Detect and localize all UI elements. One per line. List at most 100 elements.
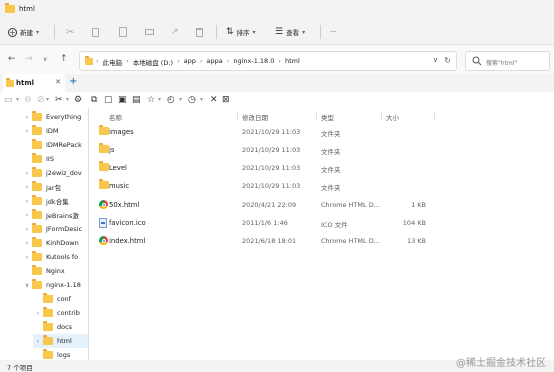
refresh-icon[interactable]: ↻ xyxy=(444,56,451,65)
forward-arrow-icon[interactable]: → xyxy=(25,54,33,64)
sidebar-item[interactable]: › contrib xyxy=(33,306,80,320)
scissors-icon[interactable]: ✂ xyxy=(55,94,63,106)
close-icon[interactable]: ✕ xyxy=(210,94,218,106)
view-button[interactable]: ☰ 查看 ▾ xyxy=(275,20,305,44)
sidebar-item[interactable]: Nginx xyxy=(22,264,65,278)
recent-icon[interactable]: ◷ xyxy=(188,94,196,106)
column-header-size[interactable]: 大小 xyxy=(386,112,399,122)
file-row[interactable]: js 2021/10/29 11:03 文件夹 xyxy=(89,142,434,160)
delete-button[interactable] xyxy=(196,20,203,44)
forward-circle-icon[interactable]: ⊘ xyxy=(37,94,45,106)
crumb-this-pc[interactable]: 此电脑 xyxy=(103,57,123,67)
sidebar-item-selected[interactable]: › html xyxy=(33,334,88,348)
file-row[interactable]: music 2021/10/29 11:03 文件夹 xyxy=(89,178,434,196)
sidebar-item[interactable]: › JeBrains激 xyxy=(22,208,79,222)
chevron-right-icon[interactable]: › xyxy=(22,184,32,191)
chevron-right-icon[interactable]: › xyxy=(22,254,32,261)
folder-icon xyxy=(32,181,42,191)
divider xyxy=(216,25,217,39)
address-bar[interactable]: › 此电脑 › 本地磁盘 (D:) › app › appa › nginx-1… xyxy=(79,51,457,71)
crumb-app[interactable]: app xyxy=(184,57,196,67)
sort-button[interactable]: ⇅ 排序 ▾ xyxy=(226,20,256,44)
sidebar-item[interactable]: IIS xyxy=(22,152,54,166)
chevron-right-icon[interactable]: › xyxy=(22,226,32,233)
folder-icon xyxy=(5,3,15,13)
sidebar-item[interactable]: conf xyxy=(33,292,71,306)
copy-icon xyxy=(92,27,99,37)
chevron-right-icon[interactable]: › xyxy=(33,338,43,345)
new-tab-icon[interactable]: + xyxy=(69,76,77,87)
layout-icon[interactable]: ▣ xyxy=(118,94,127,106)
file-row[interactable]: Level 2021/10/29 11:03 文件夹 xyxy=(89,160,434,178)
chevron-right-icon[interactable]: › xyxy=(22,240,32,247)
sidebar-item[interactable]: IDMRePack xyxy=(22,138,82,152)
chevron-down-icon[interactable]: ▾ xyxy=(179,94,182,106)
preview-icon[interactable]: ▤ xyxy=(132,94,141,106)
file-row[interactable]: favicon.ico 2011/1/6 1:46 ICO 文件 104 KB xyxy=(89,215,434,233)
sidebar-item[interactable]: ∨ nginx-1.18 xyxy=(22,278,81,292)
crumb-appa[interactable]: appa xyxy=(207,57,223,67)
file-row[interactable]: images 2021/10/29 11:03 文件夹 xyxy=(89,124,434,142)
sidebar-item[interactable]: › Everything xyxy=(22,110,81,124)
sidebar-item[interactable]: docs xyxy=(33,320,72,334)
more-button[interactable]: ··· xyxy=(330,20,336,44)
file-row[interactable]: 50x.html 2020/4/21 22:09 Chrome HTML D..… xyxy=(89,197,434,215)
chevron-right-icon[interactable]: › xyxy=(22,114,32,121)
cut-button[interactable]: ✂ xyxy=(66,20,74,44)
chevron-down-icon: ▾ xyxy=(302,28,306,36)
copy-window-icon[interactable]: ⧉ xyxy=(91,94,97,106)
sidebar-item[interactable]: › JFormDesic xyxy=(22,222,82,236)
chevron-right-icon[interactable]: › xyxy=(22,170,32,177)
rename-button[interactable] xyxy=(145,20,154,44)
column-header-name[interactable]: 名称 xyxy=(109,112,122,122)
star-icon[interactable]: ☆ xyxy=(147,94,155,106)
column-divider[interactable] xyxy=(237,111,238,121)
crumb-local-disk[interactable]: 本地磁盘 (D:) xyxy=(133,57,173,67)
crumb-html[interactable]: html xyxy=(285,57,300,67)
chevron-right-icon[interactable]: › xyxy=(22,128,32,135)
file-row[interactable]: index.html 2021/6/18 18:01 Chrome HTML D… xyxy=(89,233,434,251)
new-button[interactable]: + 新建 ▾ xyxy=(8,20,39,44)
close-box-icon[interactable]: ⊠ xyxy=(222,94,230,106)
share-button[interactable]: ↗ xyxy=(171,20,179,44)
history-icon[interactable]: ◴ xyxy=(167,94,175,106)
column-divider[interactable] xyxy=(381,111,382,121)
chevron-right-icon[interactable]: › xyxy=(33,310,43,317)
sidebar-item[interactable]: logs xyxy=(33,348,70,360)
sidebar-item[interactable]: › Jar包 xyxy=(22,180,61,194)
chevron-down-icon[interactable]: ∨ xyxy=(22,282,32,289)
column-divider[interactable] xyxy=(434,111,435,121)
close-icon[interactable]: ✕ xyxy=(55,78,61,86)
tab-html[interactable]: html ✕ xyxy=(3,74,65,92)
chevron-down-icon[interactable]: ▾ xyxy=(46,94,49,106)
sidebar-item[interactable]: › Kutools fo xyxy=(22,250,78,264)
settings-icon[interactable]: ⚙ xyxy=(74,94,82,106)
chevron-down-icon[interactable]: ∨ xyxy=(433,56,438,64)
column-header-date[interactable]: 修改日期 xyxy=(242,112,268,122)
up-arrow-icon[interactable]: ↑ xyxy=(60,54,68,64)
column-divider[interactable] xyxy=(316,111,317,121)
recent-chevron-icon[interactable]: ∨ xyxy=(43,56,47,63)
search-input[interactable]: 搜索"html" xyxy=(465,51,550,71)
chevron-right-icon[interactable]: › xyxy=(22,198,32,205)
back-arrow-icon[interactable]: ← xyxy=(8,54,16,64)
column-header-type[interactable]: 类型 xyxy=(321,112,334,122)
chevron-right-icon[interactable]: › xyxy=(22,212,32,219)
new-button-label: 新建 xyxy=(20,29,33,37)
sidebar-item-label: j2ewiz_dov xyxy=(46,169,82,177)
sidebar-item[interactable]: › IDM xyxy=(22,124,59,138)
chevron-down-icon[interactable]: ▾ xyxy=(16,94,19,106)
copy-button[interactable] xyxy=(92,20,99,44)
folder-icon xyxy=(32,265,42,275)
sidebar-item[interactable]: › KinhDown xyxy=(22,236,79,250)
crumb-nginx[interactable]: nginx-1.18.0 xyxy=(233,57,274,67)
sidebar-item[interactable]: › j2ewiz_dov xyxy=(22,166,82,180)
back-circle-icon[interactable]: ⊖ xyxy=(24,94,32,106)
folder-small-icon[interactable]: ▭ xyxy=(4,94,13,106)
chevron-down-icon[interactable]: ▾ xyxy=(158,94,161,106)
paste-button[interactable] xyxy=(119,20,127,44)
pane-icon[interactable]: ▢ xyxy=(104,94,113,106)
chevron-down-icon[interactable]: ▾ xyxy=(200,94,203,106)
chevron-down-icon[interactable]: ▾ xyxy=(66,94,69,106)
sidebar-item[interactable]: › jdk合集 xyxy=(22,194,69,208)
